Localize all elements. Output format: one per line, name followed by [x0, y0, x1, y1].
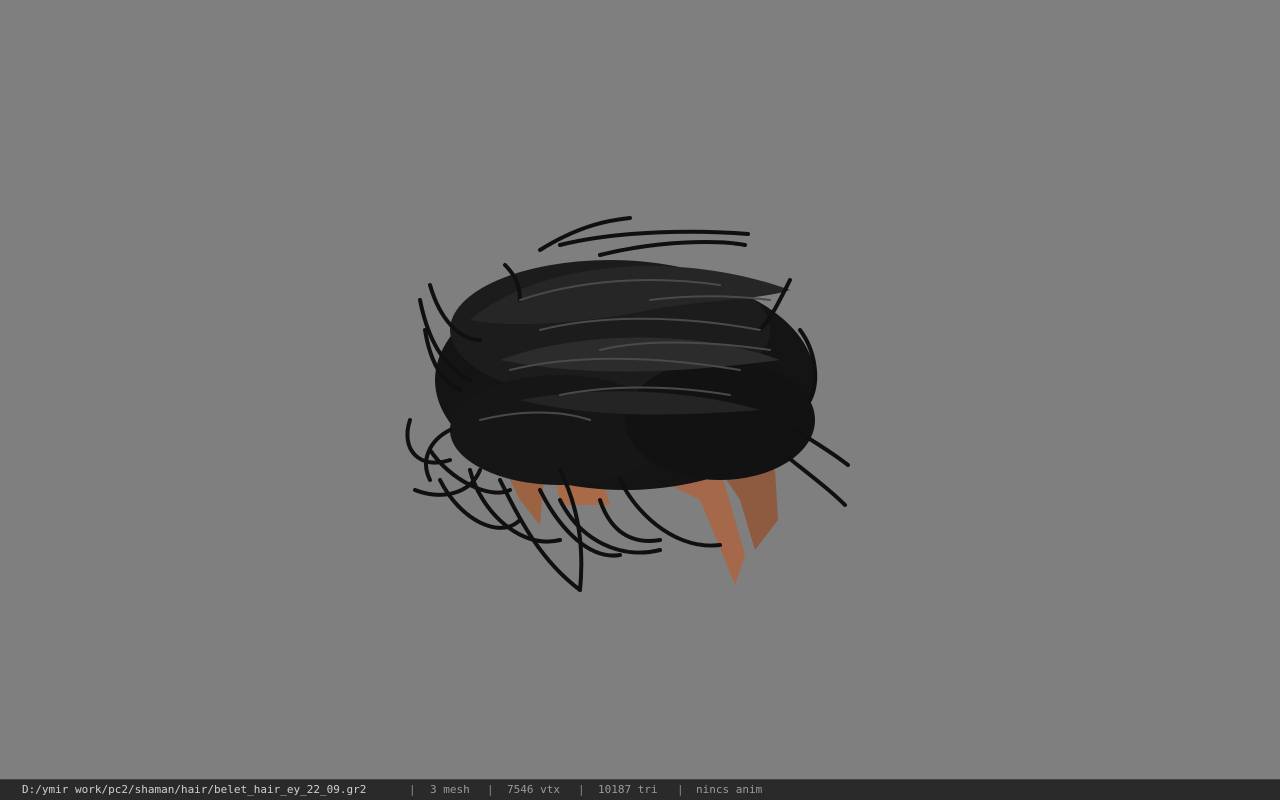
status-separator: | [578, 783, 585, 796]
vertex-count: 7546 vtx [507, 783, 560, 796]
mesh-count: 3 mesh [430, 783, 470, 796]
hair-model[interactable] [0, 0, 1280, 779]
status-separator: | [677, 783, 684, 796]
status-separator: | [409, 783, 416, 796]
hair-mass [435, 260, 815, 490]
status-separator: | [487, 783, 494, 796]
animation-status: nincs anim [696, 783, 763, 796]
file-path: D:/ymir work/pc2/shaman/hair/belet_hair_… [22, 783, 367, 796]
triangle-count: 10187 tri [598, 783, 658, 796]
status-bar: D:/ymir work/pc2/shaman/hair/belet_hair_… [0, 779, 1280, 800]
3d-viewport[interactable] [0, 0, 1280, 779]
